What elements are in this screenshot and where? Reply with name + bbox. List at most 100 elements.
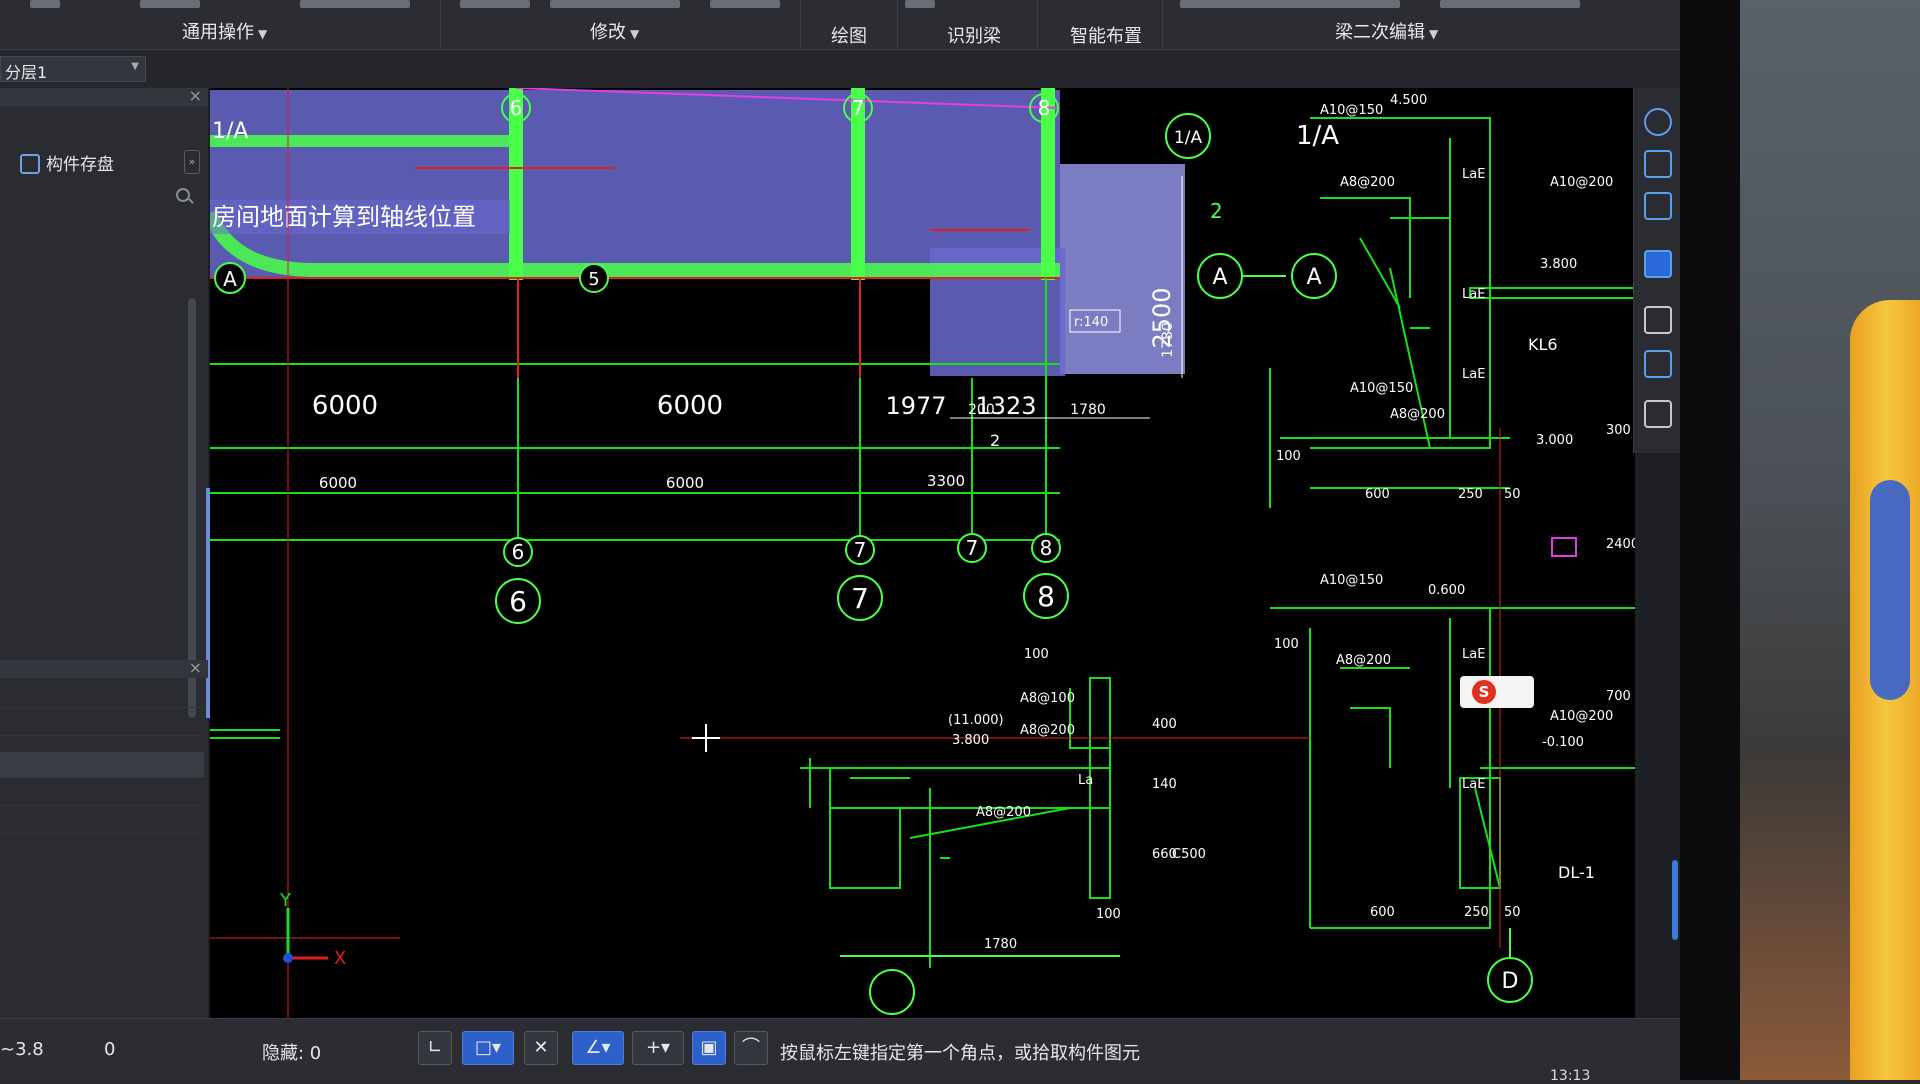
- ime-indicator[interactable]: S: [1460, 676, 1534, 708]
- rebar-label: A10@150: [1320, 573, 1383, 588]
- chevron-down-icon: ▼: [630, 27, 640, 41]
- rebar-label: 100: [1096, 907, 1121, 922]
- ribbon-tool-stub[interactable]: [140, 0, 200, 8]
- ribbon-tool-stub[interactable]: [460, 0, 530, 8]
- arc-toggle[interactable]: ⌒: [734, 1031, 768, 1065]
- angle-toggle[interactable]: ∠▾: [572, 1031, 624, 1065]
- component-storage-button[interactable]: 构件存盘: [20, 150, 114, 176]
- list-item[interactable]: [0, 752, 204, 778]
- y-axis-label: Y: [279, 890, 292, 911]
- orbit-icon[interactable]: [1644, 108, 1672, 136]
- rebar-label: 600: [1365, 487, 1390, 502]
- ribbon-group-draw[interactable]: 绘图: [831, 22, 867, 47]
- axis-label: 8: [1040, 536, 1053, 560]
- rebar-label: KL6: [1528, 335, 1558, 354]
- axis-label: 8: [1038, 96, 1051, 120]
- rebar-label: A10@200: [1550, 709, 1613, 724]
- rebar-label: A10@150: [1320, 103, 1383, 118]
- ribbon-group-identify-beam[interactable]: 识别梁: [947, 22, 1001, 47]
- rebar-label: 2400: [1606, 537, 1635, 552]
- cad-canvas[interactable]: 6 7 8 1/A A 5 房间地面计算到轴线位置 6000 6000 1977…: [210, 88, 1635, 1018]
- ribbon-tool-stub[interactable]: [1180, 0, 1400, 8]
- rebar-label: 0.600: [1428, 583, 1465, 598]
- ribbon-tool-stub[interactable]: [300, 0, 410, 8]
- layer-bar: 分层1 ▼: [0, 50, 1680, 88]
- axis-label: 6: [509, 585, 527, 618]
- ortho-toggle[interactable]: ∟: [418, 1031, 452, 1065]
- section-label: 1/A: [1296, 121, 1339, 151]
- rebar-label: LaE: [1462, 777, 1485, 792]
- status-bar: ~3.8 0 隐藏: 0 ∟ □▾ ✕ ∠▾ +▾ ▣ ⌒ 按鼠标左键指定第一个…: [0, 1018, 1680, 1080]
- floor-annotation: 房间地面计算到轴线位置: [212, 203, 476, 231]
- dimension-label: 6000: [657, 391, 723, 421]
- coord-z: ~3.8: [0, 1039, 44, 1060]
- box-view-icon[interactable]: [1644, 192, 1672, 220]
- rebar-label: La: [1078, 773, 1093, 788]
- expand-panel-button[interactable]: »: [184, 150, 200, 174]
- rebar-label: 50: [1504, 905, 1521, 920]
- dimension-label: 1780: [1070, 402, 1106, 418]
- axis-label: 6: [512, 540, 525, 564]
- ribbon-tool-stub[interactable]: [30, 0, 60, 8]
- panel-scrollbar[interactable]: [188, 298, 196, 718]
- close-icon[interactable]: ×: [189, 86, 202, 105]
- rebar-label: A8@200: [1336, 653, 1391, 668]
- snap-toggle[interactable]: □▾: [462, 1031, 514, 1065]
- ribbon-separator: [1162, 0, 1163, 50]
- list-item[interactable]: [0, 808, 204, 834]
- chevron-down-icon: ▼: [1429, 27, 1439, 41]
- layer-select[interactable]: 分层1 ▼: [0, 56, 146, 82]
- rebar-label: A8@200: [1020, 723, 1075, 738]
- rebar-label: 250: [1464, 905, 1489, 920]
- dimension-label: 2: [990, 431, 1000, 450]
- ribbon-group-general[interactable]: 通用操作 ▼: [182, 18, 267, 43]
- row-label: A: [223, 267, 237, 291]
- ribbon-group-modify[interactable]: 修改 ▼: [590, 18, 640, 43]
- ribbon-group-beam-edit[interactable]: 梁二次编辑 ▼: [1335, 18, 1439, 43]
- rebar-label: A8@100: [1020, 691, 1075, 706]
- panel-header: ×: [0, 658, 208, 678]
- canvas-scrollbar[interactable]: [1672, 860, 1678, 940]
- rebar-label: 3.800: [952, 733, 989, 748]
- dimension-label: 6000: [319, 474, 357, 492]
- list-item[interactable]: [0, 682, 204, 708]
- layer-toggle[interactable]: ▣: [692, 1031, 726, 1065]
- ribbon-separator: [1037, 0, 1038, 50]
- list-item[interactable]: [0, 780, 204, 806]
- axis-label: D: [1502, 969, 1519, 994]
- rebar-label: C500: [1172, 847, 1206, 862]
- coord-value: 0: [104, 1039, 116, 1060]
- dimension-label: 3300: [927, 472, 965, 490]
- left-panel: × 构件存盘 » ×: [0, 86, 210, 1018]
- rebar-label: 100: [1274, 637, 1299, 652]
- rebar-label: 4.500: [1390, 93, 1427, 108]
- ribbon-tool-stub[interactable]: [710, 0, 780, 8]
- ribbon-separator: [800, 0, 801, 50]
- cross-snap-toggle[interactable]: ✕: [524, 1031, 558, 1065]
- ribbon-separator: [440, 0, 441, 50]
- rebar-labels-mid: A10@150 0.600 A8@200 A10@200 -0.100 DL-1…: [1274, 537, 1635, 920]
- list-item[interactable]: [0, 710, 204, 736]
- view-toolbar: [1633, 88, 1680, 453]
- shield-view-icon[interactable]: [1644, 350, 1672, 378]
- rebar-label: A8@200: [1340, 175, 1395, 190]
- ribbon-tool-stub[interactable]: [905, 0, 935, 8]
- cad-drawing[interactable]: 6 7 8 1/A A 5 房间地面计算到轴线位置 6000 6000 1977…: [210, 88, 1635, 1018]
- solid-view-icon[interactable]: [1644, 250, 1672, 278]
- rebar-label: 3.800: [1540, 257, 1577, 272]
- ribbon-tool-stub[interactable]: [1440, 0, 1580, 8]
- ribbon-tool-stub[interactable]: [550, 0, 680, 8]
- dimension-label: 1977: [885, 392, 946, 420]
- search-icon[interactable]: [176, 188, 190, 202]
- rebar-label: 400: [1152, 717, 1177, 732]
- fit-view-icon[interactable]: [1644, 306, 1672, 334]
- rebar-label: 100: [1276, 449, 1301, 464]
- cube-view-icon[interactable]: [1644, 150, 1672, 178]
- axis-label: 8: [1037, 580, 1055, 613]
- properties-icon[interactable]: [1644, 400, 1672, 428]
- close-icon[interactable]: ×: [189, 658, 202, 677]
- ribbon-group-smart-layout[interactable]: 智能布置: [1070, 22, 1142, 47]
- ribbon-toolbar: 通用操作 ▼ 修改 ▼ 绘图 识别梁 智能布置 梁二次编辑 ▼: [0, 0, 1680, 50]
- offset-toggle[interactable]: +▾: [632, 1031, 684, 1065]
- rebar-label: LaE: [1462, 167, 1485, 182]
